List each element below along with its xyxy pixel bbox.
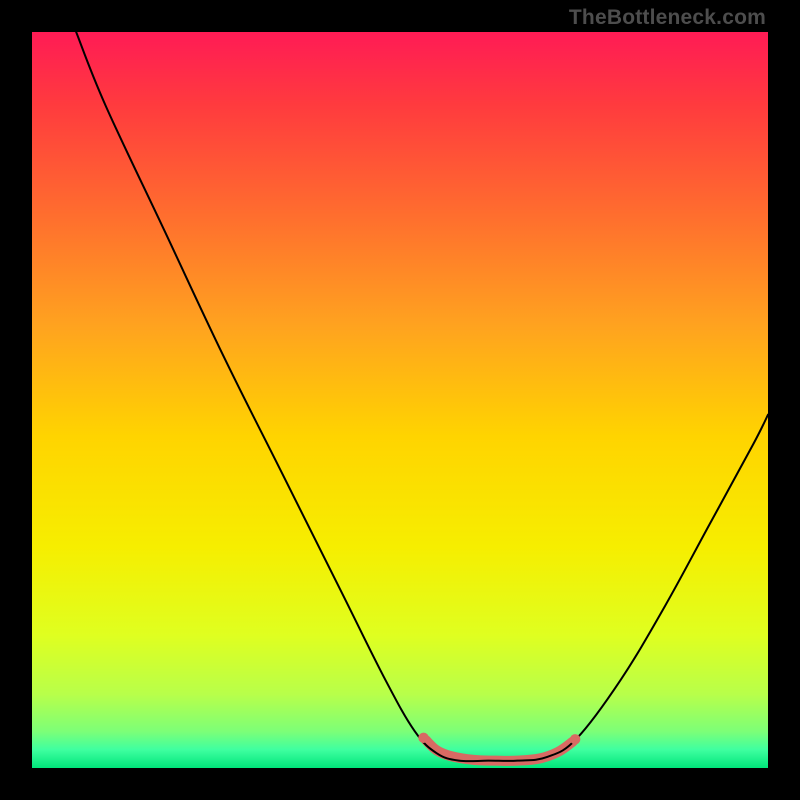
watermark-text: TheBottleneck.com [569, 6, 766, 30]
chart-frame [32, 32, 768, 768]
chart-svg [32, 32, 768, 768]
gradient-background [32, 32, 768, 768]
highlight-dot [418, 733, 428, 743]
highlight-dot [570, 734, 580, 744]
